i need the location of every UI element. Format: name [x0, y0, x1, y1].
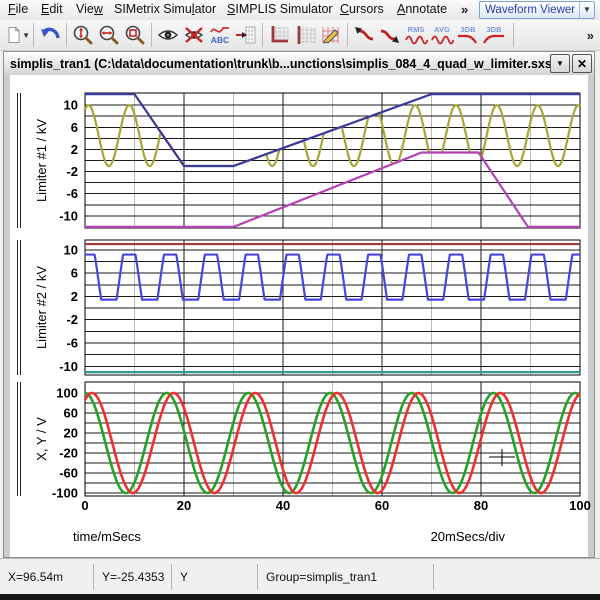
new-axis-icon — [267, 23, 291, 47]
svg-text:ABC: ABC — [211, 35, 229, 45]
graph-client-area[interactable] — [4, 75, 594, 557]
svg-text:3DB: 3DB — [460, 25, 476, 34]
avg-icon: AVG — [430, 23, 454, 47]
3db-lowpass-icon: 3DB — [456, 23, 480, 47]
menu-overflow-chevron[interactable]: » — [461, 2, 468, 17]
rms-button[interactable]: RMS — [403, 22, 429, 48]
annotate-graph-button[interactable]: ABC — [207, 22, 233, 48]
toolbar-separator — [33, 23, 34, 47]
eye-icon — [156, 23, 180, 47]
svg-text:AVG: AVG — [434, 25, 450, 34]
3db-highpass-icon: 3DB — [482, 23, 506, 47]
3db-highpass-button[interactable]: 3DB — [481, 22, 507, 48]
rms-icon: RMS — [404, 23, 428, 47]
move-curve-to-axis-icon — [234, 23, 258, 47]
move-curve-to-axis-button[interactable] — [233, 22, 259, 48]
zoom-area-icon — [123, 23, 147, 47]
taskbar-strip — [0, 594, 600, 600]
edit-grid-icon — [319, 23, 343, 47]
new-document-button[interactable]: ▼ — [4, 22, 30, 48]
3db-lowpass-button[interactable]: 3DB — [455, 22, 481, 48]
chevron-down-icon: ▼ — [22, 31, 30, 40]
zoom-x-button[interactable] — [96, 22, 122, 48]
toolbar-separator — [347, 23, 348, 47]
menu-annotate[interactable]: Annotate — [397, 2, 447, 16]
x-axis-title: time/mSecs — [73, 529, 141, 544]
menu-file[interactable]: File — [8, 2, 28, 16]
close-icon: ✕ — [577, 57, 587, 71]
eye-crossed-icon — [182, 23, 206, 47]
curve-arrow-down-icon — [378, 23, 402, 47]
status-bar: X=96.54m Y=-25.4353 Y Group=simplis_tran… — [0, 558, 600, 594]
viewer-mode-select[interactable]: Waveform Viewer ▼ — [479, 1, 595, 19]
chevron-down-icon: ▼ — [556, 59, 564, 68]
window-title: simplis_tran1 (C:\data\documentation\tru… — [4, 57, 550, 71]
zoom-y-button[interactable] — [70, 22, 96, 48]
waveform-window: simplis_tran1 (C:\data\documentation\tru… — [3, 51, 595, 558]
zoom-y-icon — [71, 23, 95, 47]
svg-text:RMS: RMS — [408, 25, 425, 34]
menu-simplis-simulator[interactable]: SIMPLIS Simulator — [227, 2, 333, 16]
toolbar-separator — [151, 23, 152, 47]
window-menu-button[interactable]: ▼ — [550, 54, 570, 73]
undo-icon — [38, 23, 62, 47]
zoom-area-button[interactable] — [122, 22, 148, 48]
annotate-graph-icon: ABC — [208, 23, 232, 47]
new-axis-button[interactable] — [266, 22, 292, 48]
status-cursor-y: Y=-25.4353 — [94, 564, 172, 590]
status-cursor-x: X=96.54m — [0, 564, 94, 590]
show-curve-button[interactable] — [155, 22, 181, 48]
smooth-curve-down-button[interactable] — [377, 22, 403, 48]
menu-bar: File Edit View SIMetrix Simulator SIMPLI… — [0, 0, 600, 21]
status-curve-name: Y — [172, 564, 258, 590]
waveform-window-titlebar[interactable]: simplis_tran1 (C:\data\documentation\tru… — [4, 52, 594, 76]
window-close-button[interactable]: ✕ — [572, 54, 592, 73]
edit-grid-button[interactable] — [318, 22, 344, 48]
avg-button[interactable]: AVG — [429, 22, 455, 48]
zoom-x-icon — [97, 23, 121, 47]
menu-edit[interactable]: Edit — [41, 2, 63, 16]
toolbar: ▼ — [0, 20, 600, 51]
menu-simetrix-simulator[interactable]: SIMetrix Simulator — [114, 2, 216, 16]
new-document-icon — [4, 23, 24, 47]
status-spare — [434, 564, 600, 590]
toolbar-overflow-chevron[interactable]: » — [587, 28, 594, 43]
new-grid-button[interactable] — [292, 22, 318, 48]
smooth-curve-up-button[interactable] — [351, 22, 377, 48]
new-grid-icon — [293, 23, 317, 47]
menu-cursors[interactable]: Cursors — [340, 2, 384, 16]
menu-view[interactable]: View — [76, 2, 103, 16]
chevron-down-icon: ▼ — [579, 2, 594, 18]
toolbar-separator — [262, 23, 263, 47]
toolbar-separator — [66, 23, 67, 47]
viewer-mode-value: Waveform Viewer — [480, 4, 579, 16]
toolbar-separator — [513, 23, 514, 47]
curve-arrow-up-icon — [352, 23, 376, 47]
status-group: Group=simplis_tran1 — [258, 564, 434, 590]
hide-curve-button[interactable] — [181, 22, 207, 48]
x-axis-per-div-label: 20mSecs/div — [431, 529, 505, 544]
svg-text:3DB: 3DB — [486, 25, 502, 34]
undo-button[interactable] — [37, 22, 63, 48]
